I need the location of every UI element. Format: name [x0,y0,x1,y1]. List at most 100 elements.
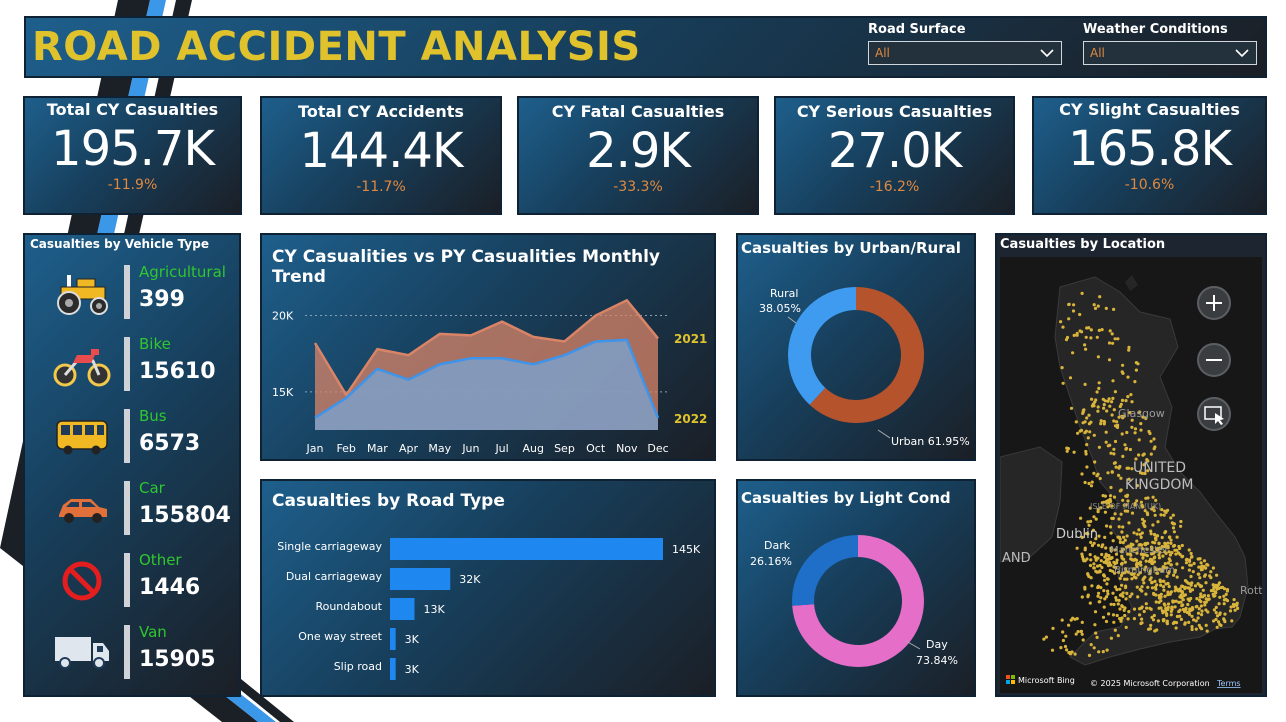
map-point [1151,540,1155,544]
x-tick-label: Dec [647,442,668,455]
map-point [1152,437,1156,441]
zoom-out-icon [1206,359,1222,361]
map-point [1233,608,1237,612]
y-tick-label: 15K [272,386,294,399]
map-point [1223,620,1227,624]
divider-bar [124,481,130,535]
kpi-serious-casualties[interactable]: CY Serious Casualties 27.0K -16.2% [774,96,1015,215]
weather-slicer[interactable]: Weather Conditions All [1083,22,1257,65]
map-point [1102,589,1106,593]
vehicle-row-other[interactable]: Other 1446 [25,545,240,615]
map-point [1153,445,1157,449]
kpi-delta: -16.2% [869,179,920,195]
bar-value-label: 13K [423,603,445,616]
road-type-panel[interactable]: Casualties by Road Type Single carriagew… [260,479,716,697]
map-point [1133,557,1137,561]
map-point [1202,559,1207,563]
monthly-trend-panel[interactable]: CY Casualities vs PY Casualities Monthly… [260,233,716,461]
map-point [1067,623,1071,627]
map-point [1118,576,1122,580]
map-point [1134,361,1138,365]
map-point [1138,532,1142,536]
map-point [1198,595,1202,599]
road-surface-slicer[interactable]: Road Surface All [868,22,1062,65]
vehicle-row-car[interactable]: Car 155804 [25,473,240,543]
vehicle-value: 15905 [139,647,216,672]
map-point [1188,589,1192,593]
light-cond-panel[interactable]: Casualties by Light Cond Dark 26.16% Day 73… [736,479,976,697]
map-point [1113,390,1117,394]
map-point [1126,395,1130,399]
kpi-slight-casualties[interactable]: CY Slight Casualties 165.8K -10.6% [1032,96,1267,215]
bar[interactable] [390,538,663,560]
map-point [1123,560,1127,564]
map-point [1113,461,1117,465]
map-label: Manchester [1110,545,1169,556]
map-point [1108,443,1112,447]
bar[interactable] [390,598,415,620]
vehicle-name: Agricultural [139,263,226,281]
map-point [1156,520,1160,524]
kpi-fatal-casualties[interactable]: CY Fatal Casualties 2.9K -33.3% [517,96,759,215]
x-tick-label: Jun [461,442,479,455]
map-point [1169,609,1173,613]
map-point [1215,625,1219,629]
map-point [1204,600,1208,604]
map-point [1178,608,1182,612]
map-point [1218,611,1222,615]
map-terms-link[interactable]: Terms [1216,679,1241,688]
map-point [1114,465,1118,469]
map-point [1128,447,1132,452]
select-area-button[interactable] [1197,397,1231,431]
location-map-panel[interactable]: Casualties by Location Glasgow UNITED KI… [995,233,1267,697]
vehicle-row-bike[interactable]: Bike 15610 [25,329,240,399]
map-point [1204,597,1208,601]
map-point [1153,579,1157,583]
map-point [1135,532,1139,536]
map-point [1126,375,1130,379]
vehicle-type-panel[interactable]: Casualties by Vehicle Type Agricultural … [23,233,241,697]
map-point [1149,452,1153,456]
vehicle-row-van[interactable]: Van 15905 [25,617,240,687]
weather-dropdown[interactable]: All [1083,41,1257,65]
map-point [1149,607,1153,611]
map-point [1109,451,1113,455]
map-point [1118,540,1122,544]
vehicle-row-bus[interactable]: Bus 6573 [25,401,240,471]
bar[interactable] [390,568,451,590]
map-point [1111,613,1116,617]
map-point [1106,589,1110,593]
map-point [1112,447,1116,451]
map-point [1065,648,1069,652]
donut-slice-dark[interactable] [792,535,858,606]
vehicle-row-agricultural[interactable]: Agricultural 399 [25,257,240,327]
map-point [1090,480,1094,484]
map-canvas[interactable]: Glasgow UNITED KINGDOM ISLE OF MAN (UK) … [1000,257,1262,693]
map-point [1095,474,1099,478]
map-point [1162,602,1166,606]
bar[interactable] [390,628,396,650]
map-point [1189,563,1193,567]
road-surface-dropdown[interactable]: All [868,41,1062,65]
slice-name-label: Dark [764,539,791,552]
map-point [1137,528,1141,532]
urban-rural-panel[interactable]: Casualties by Urban/Rural Rural 38.05% Urb… [736,233,976,461]
map-point [1051,626,1055,630]
map-point [1203,574,1207,578]
map-point [1076,630,1080,634]
zoom-in-button[interactable] [1197,286,1231,320]
map-point [1087,326,1091,330]
divider-bar [124,265,130,319]
map-point [1157,594,1161,598]
map-point [1086,436,1090,440]
map-point [1183,593,1187,597]
map-point [1164,530,1168,534]
zoom-out-button[interactable] [1197,343,1231,377]
bar[interactable] [390,658,396,680]
kpi-total-casualties[interactable]: Total CY Casualties 195.7K -11.9% [23,96,242,215]
map-point [1154,538,1158,542]
map-point [1202,593,1207,598]
map-point [1120,370,1124,374]
map-point [1129,393,1133,397]
kpi-total-accidents[interactable]: Total CY Accidents 144.4K -11.7% [260,96,502,215]
